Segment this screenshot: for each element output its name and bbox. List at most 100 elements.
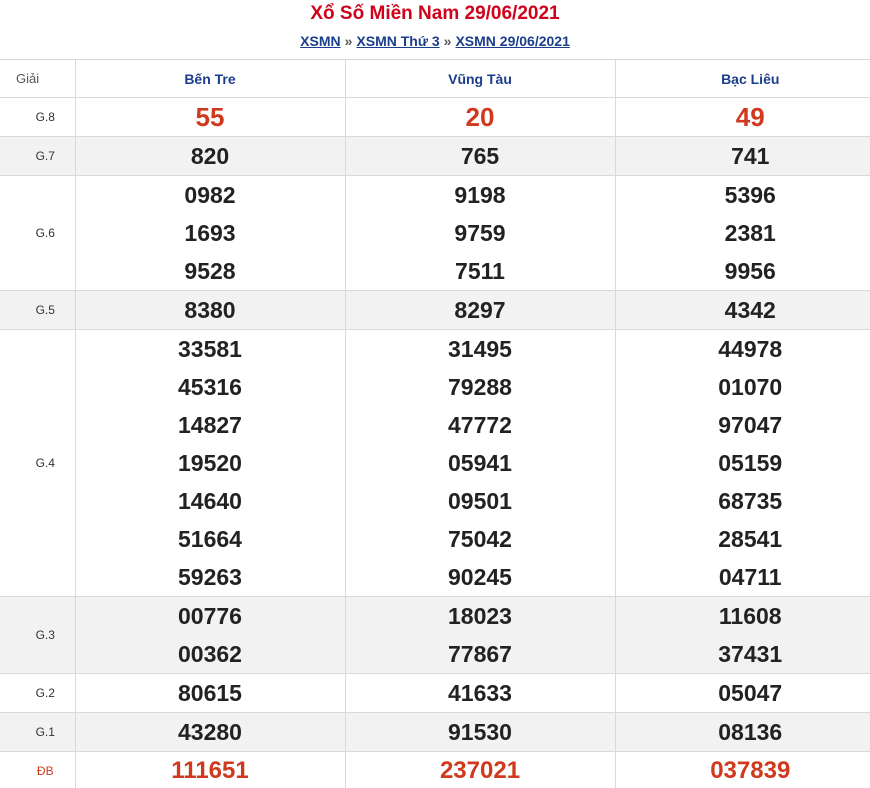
- page-header: Xổ Số Miền Nam 29/06/2021 XSMN» XSMN Thứ …: [0, 0, 870, 59]
- prize-column-header: Giải: [0, 59, 76, 98]
- result-number: 9198: [454, 182, 506, 208]
- result-number: 14827: [178, 412, 242, 438]
- result-number: 55: [195, 102, 225, 132]
- result-number: 51664: [178, 526, 242, 552]
- result-cell: 05047: [614, 673, 870, 713]
- result-number: 31495: [448, 336, 512, 362]
- result-number: 45316: [178, 374, 242, 400]
- result-cell: 43280: [74, 712, 346, 752]
- result-number: 01070: [718, 374, 783, 400]
- result-cell: 4342: [614, 290, 870, 330]
- result-number: 9759: [454, 220, 506, 246]
- breadcrumb-link-xsmn[interactable]: XSMN: [300, 33, 340, 49]
- result-cell: 49: [614, 97, 870, 137]
- breadcrumb-link-date[interactable]: XSMN 29/06/2021: [455, 33, 569, 49]
- province-header-bac-lieu[interactable]: Bạc Liêu: [614, 59, 870, 98]
- result-cell: 237021: [344, 751, 616, 788]
- prize-row: G.8 55 20 49: [0, 97, 870, 137]
- result-cell: 5396 2381 9956: [614, 175, 870, 291]
- prize-row: G.4 33581 45316 14827 19520 14640 51664 59263 31…: [0, 329, 870, 597]
- result-number: 037839: [710, 757, 791, 784]
- result-number: 8297: [454, 297, 506, 323]
- result-number: 80615: [178, 680, 242, 706]
- result-cell: 33581 45316 14827 19520 14640 51664 59263: [74, 329, 346, 597]
- result-number: 97047: [718, 412, 783, 438]
- breadcrumb: XSMN» XSMN Thứ 3» XSMN 29/06/2021: [0, 32, 870, 50]
- prize-label: G.4: [0, 329, 76, 597]
- result-cell: 31495 79288 47772 05941 09501 75042 90245: [344, 329, 616, 597]
- result-cell: 44978 01070 97047 05159 68735 28541 04711: [614, 329, 870, 597]
- prize-label: G.2: [0, 673, 76, 713]
- prize-label: G.8: [0, 97, 76, 137]
- result-number: 33581: [178, 336, 242, 362]
- result-number: 75042: [448, 526, 512, 552]
- prize-label: G.7: [0, 136, 76, 176]
- result-cell: 8297: [344, 290, 616, 330]
- result-number: 79288: [448, 374, 512, 400]
- result-number: 00362: [178, 641, 242, 667]
- result-number: 43280: [178, 719, 242, 745]
- prize-row: ĐB 111651 237021 037839: [0, 751, 870, 788]
- result-number: 68735: [718, 488, 783, 514]
- result-number: 28541: [718, 526, 783, 552]
- result-cell: 820: [74, 136, 346, 176]
- result-cell: 80615: [74, 673, 346, 713]
- result-number: 05047: [718, 680, 783, 706]
- result-cell: 55: [74, 97, 346, 137]
- result-cell: 0982 1693 9528: [74, 175, 346, 291]
- result-number: 820: [190, 143, 230, 169]
- result-number: 111651: [171, 757, 249, 784]
- result-number: 05159: [718, 450, 783, 476]
- prize-row: G.1 43280 91530 08136: [0, 712, 870, 752]
- page-title: Xổ Số Miền Nam 29/06/2021: [310, 3, 560, 24]
- result-cell: 08136: [614, 712, 870, 752]
- result-number: 05941: [448, 450, 512, 476]
- breadcrumb-link-weekday[interactable]: XSMN Thứ 3: [356, 33, 439, 49]
- prize-row: G.3 00776 00362 18023 77867 11608 37431: [0, 596, 870, 674]
- result-number: 77867: [448, 641, 512, 667]
- prize-row: G.5 8380 8297 4342: [0, 290, 870, 330]
- province-header-ben-tre[interactable]: Bến Tre: [74, 59, 346, 98]
- result-number: 59263: [178, 564, 242, 590]
- result-number: 47772: [448, 412, 512, 438]
- result-cell: 741: [614, 136, 870, 176]
- result-cell: 91530: [344, 712, 616, 752]
- breadcrumb-separator: »: [443, 33, 452, 49]
- results-table: Giải Bến Tre Vũng Tàu Bạc Liêu G.8 55 20 49…: [0, 59, 870, 788]
- result-number: 08136: [718, 719, 783, 745]
- result-number: 00776: [178, 603, 242, 629]
- prize-row: G.6 0982 1693 9528 9198 9759 7511 5396 2381 9956: [0, 175, 870, 291]
- prize-label: G.5: [0, 290, 76, 330]
- result-cell: 11608 37431: [614, 596, 870, 674]
- breadcrumb-separator: »: [344, 33, 353, 49]
- result-number: 8380: [184, 297, 236, 323]
- result-number: 14640: [178, 488, 242, 514]
- prize-label: G.6: [0, 175, 76, 291]
- result-number: 04711: [718, 564, 782, 590]
- result-number: 741: [731, 143, 770, 169]
- result-number: 90245: [448, 564, 512, 590]
- prize-row: G.7 820 765 741: [0, 136, 870, 176]
- result-number: 09501: [448, 488, 512, 514]
- result-number: 237021: [439, 757, 521, 784]
- result-cell: 111651: [74, 751, 346, 788]
- result-number: 19520: [178, 450, 242, 476]
- result-number: 5396: [724, 182, 776, 208]
- result-number: 91530: [448, 719, 512, 745]
- result-number: 37431: [718, 641, 783, 667]
- result-number: 18023: [448, 603, 512, 629]
- result-number: 2381: [724, 220, 776, 246]
- prize-label: ĐB: [0, 751, 76, 788]
- result-number: 7511: [455, 258, 505, 284]
- result-number: 9956: [724, 258, 776, 284]
- result-cell: 037839: [614, 751, 870, 788]
- table-header-row: Giải Bến Tre Vũng Tàu Bạc Liêu: [0, 59, 870, 98]
- result-number: 9528: [184, 258, 236, 284]
- result-number: 44978: [718, 336, 783, 362]
- result-cell: 8380: [74, 290, 346, 330]
- result-number: 20: [465, 102, 495, 132]
- province-header-vung-tau[interactable]: Vũng Tàu: [344, 59, 616, 98]
- result-number: 11608: [718, 603, 782, 629]
- result-cell: 765: [344, 136, 616, 176]
- result-number: 41633: [448, 680, 512, 706]
